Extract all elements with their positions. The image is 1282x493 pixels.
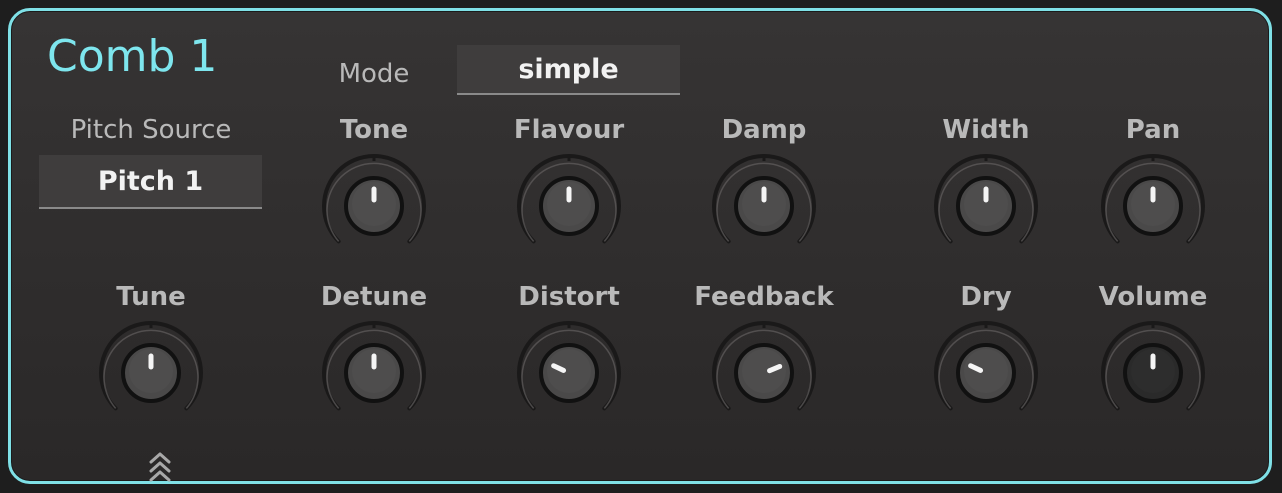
feedback-knob[interactable] <box>709 318 819 428</box>
volume-knob[interactable] <box>1098 318 1208 428</box>
knob-label-dry: Dry <box>960 282 1012 312</box>
flavour-knob[interactable] <box>514 151 624 261</box>
module-title: Comb 1 <box>47 31 218 82</box>
dry-knob[interactable] <box>931 318 1041 428</box>
pitch-source-dropdown[interactable]: Pitch 1 <box>39 155 262 209</box>
mode-label: Mode <box>338 59 410 89</box>
mode-dropdown[interactable]: simple <box>457 45 680 95</box>
pitch-source-label: Pitch Source <box>70 115 232 145</box>
chevron-up-triple-icon[interactable] <box>147 448 173 486</box>
damp-knob[interactable] <box>709 151 819 261</box>
distort-knob[interactable] <box>514 318 624 428</box>
knob-label-volume: Volume <box>1098 282 1208 312</box>
knob-label-detune: Detune <box>320 282 428 312</box>
pan-knob[interactable] <box>1098 151 1208 261</box>
knob-label-width: Width <box>942 115 1030 145</box>
detune-knob[interactable] <box>319 318 429 428</box>
tune-knob[interactable] <box>96 318 206 428</box>
knob-label-pan: Pan <box>1125 115 1181 145</box>
tone-knob[interactable] <box>319 151 429 261</box>
mode-value: simple <box>518 53 619 85</box>
knob-label-tone: Tone <box>339 115 409 145</box>
knob-label-flavour: Flavour <box>513 115 625 145</box>
knob-label-feedback: Feedback <box>694 282 834 312</box>
knob-label-damp: Damp <box>721 115 807 145</box>
knob-label-tune: Tune <box>116 282 186 312</box>
width-knob[interactable] <box>931 151 1041 261</box>
knob-label-distort: Distort <box>518 282 620 312</box>
comb-module-panel: Comb 1 Mode simple Pitch Source Pitch 1 … <box>8 8 1272 484</box>
pitch-source-value: Pitch 1 <box>97 165 204 197</box>
